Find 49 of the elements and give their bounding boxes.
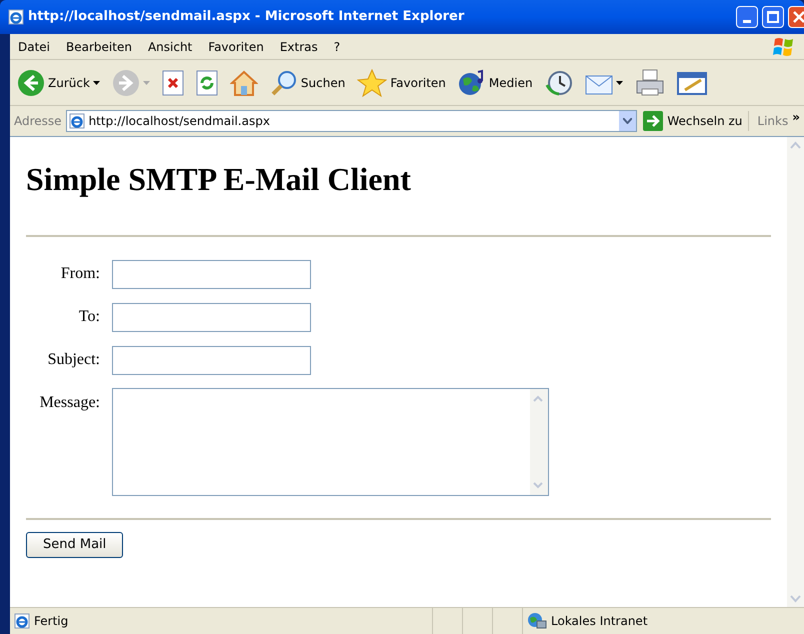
dropdown-button[interactable]	[619, 111, 636, 131]
page-heading: Simple SMTP E-Mail Client	[26, 160, 412, 199]
address-label: Adresse	[14, 113, 62, 130]
input-field[interactable]	[112, 260, 311, 289]
edit-page-icon	[676, 70, 707, 96]
magnifier-icon	[270, 68, 298, 96]
zone-text: Lokales Intranet	[551, 613, 648, 630]
menu-item[interactable]: Favoriten	[200, 38, 272, 56]
message-field[interactable]	[112, 388, 549, 496]
search-button[interactable]: Suchen	[266, 64, 348, 102]
menu-item[interactable]: Ansicht	[140, 38, 200, 56]
scrollbar[interactable]	[530, 389, 548, 495]
page-icon	[8, 9, 24, 25]
globe-icon	[458, 68, 486, 96]
star-icon	[357, 68, 388, 96]
menu-item[interactable]: Extras	[272, 38, 326, 56]
scrollbar[interactable]	[787, 137, 804, 607]
page-icon	[68, 113, 85, 129]
window-title: http://localhost/sendmail.aspx - Microsoft Internet Explorer	[28, 8, 466, 26]
chevron-button[interactable]: »	[792, 108, 800, 126]
links-label[interactable]: Links	[753, 112, 788, 130]
minimize-button[interactable]	[736, 6, 758, 28]
menu-item[interactable]: Bearbeiten	[58, 38, 140, 56]
send-mail-button[interactable]: Send Mail	[26, 532, 124, 558]
page-icon	[14, 613, 30, 629]
field-label: Message:	[38, 393, 101, 413]
menu-item[interactable]: ?	[326, 38, 348, 56]
menu-item[interactable]: Datei	[10, 38, 58, 56]
field-label: Subject:	[46, 350, 101, 370]
maximize-button[interactable]	[762, 6, 784, 28]
stop-page-icon	[162, 70, 184, 96]
caret-icon	[623, 118, 632, 124]
close-icon	[793, 11, 804, 23]
field-label: From:	[60, 264, 101, 284]
status-text: Fertig	[34, 613, 68, 630]
back-button[interactable]: Zurück	[14, 64, 103, 102]
favorites-button[interactable]: Favoriten	[354, 64, 449, 102]
refresh-page-icon	[196, 70, 218, 96]
close-button[interactable]	[788, 6, 804, 28]
arrow-right-icon	[643, 111, 664, 131]
address-field[interactable]: http://localhost/sendmail.aspx	[66, 110, 638, 132]
go-button[interactable]: Wechseln zu	[641, 111, 744, 131]
printer-icon	[634, 68, 665, 96]
media-button[interactable]: Medien	[454, 64, 536, 102]
house-icon	[230, 68, 258, 96]
network-icon	[527, 612, 547, 630]
field-label: To:	[78, 307, 101, 327]
input-field[interactable]	[112, 303, 311, 332]
input-field[interactable]	[112, 346, 311, 375]
